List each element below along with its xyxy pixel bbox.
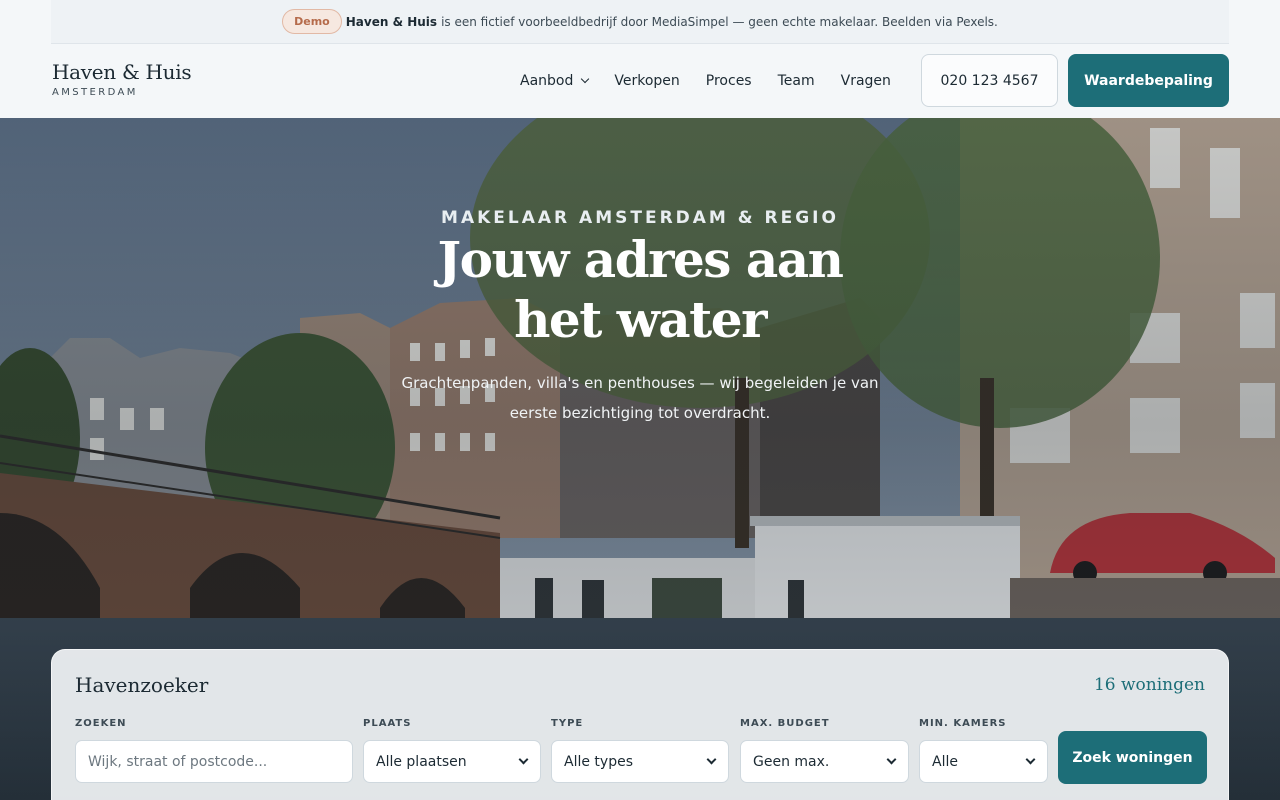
rooms-select[interactable]: Alle <box>919 740 1048 783</box>
nav-item-verkopen[interactable]: Verkopen <box>614 73 679 89</box>
havenzoeker-search-card: Havenzoeker 16 woningen ZOEKEN Wijk, str… <box>51 649 1229 800</box>
demo-company-name: Haven & Huis <box>345 14 438 29</box>
hero-title: Jouw adres aan het water <box>437 230 844 349</box>
nav-item-label: Aanbod <box>520 73 574 89</box>
demo-notice-text: is een fictief voorbeeldbedrijf door Med… <box>441 14 998 29</box>
place-label: PLAATS <box>363 718 412 729</box>
budget-label: MAX. BUDGET <box>740 718 830 729</box>
nav-item-label: Verkopen <box>614 73 680 89</box>
query-label: ZOEKEN <box>75 718 127 729</box>
budget-select[interactable]: Geen max. <box>740 740 909 783</box>
chevron-down-icon <box>518 754 529 765</box>
nav-item-vragen[interactable]: Vragen <box>841 73 891 89</box>
brand-name: Haven & Huis <box>52 60 192 84</box>
type-select-value: Alle types <box>564 753 633 770</box>
waardebepaling-button[interactable]: Waardebepaling <box>1068 54 1229 107</box>
search-input[interactable]: Wijk, straat of postcode... <box>75 740 353 783</box>
site-header: Haven & Huis AMSTERDAM Aanbod Verkopen P… <box>0 44 1280 118</box>
hero-eyebrow: MAKELAAR AMSTERDAM & REGIO <box>441 208 839 228</box>
brand-subtitle: AMSTERDAM <box>52 87 138 98</box>
rooms-select-value: Alle <box>932 753 958 770</box>
place-select[interactable]: Alle plaatsen <box>363 740 541 783</box>
rooms-label: MIN. KAMERS <box>919 718 1007 729</box>
nav-item-label: Proces <box>705 73 752 89</box>
place-select-value: Alle plaatsen <box>376 753 467 770</box>
nav-item-team[interactable]: Team <box>778 73 815 89</box>
search-title: Havenzoeker <box>75 673 209 697</box>
nav-item-proces[interactable]: Proces <box>706 73 752 89</box>
chevron-down-icon <box>581 74 590 84</box>
budget-select-value: Geen max. <box>753 753 830 770</box>
nav-item-label: Team <box>777 73 815 89</box>
chevron-down-icon <box>1025 754 1036 765</box>
nav-item-label: Vragen <box>840 73 891 89</box>
chevron-down-icon <box>886 754 897 765</box>
demo-badge: Demo <box>282 9 342 34</box>
zoek-woningen-button[interactable]: Zoek woningen <box>1058 731 1207 784</box>
results-count: 16 woningen <box>1093 675 1205 695</box>
chevron-down-icon <box>706 754 717 765</box>
brand-logo[interactable]: Haven & Huis AMSTERDAM <box>52 60 192 98</box>
hero-subtitle: Grachtenpanden, villa's en penthouses — … <box>401 374 879 422</box>
type-label: TYPE <box>551 718 584 729</box>
phone-button[interactable]: 020 123 4567 <box>921 54 1058 107</box>
nav-item-aanbod[interactable]: Aanbod <box>520 73 590 89</box>
type-select[interactable]: Alle types <box>551 740 729 783</box>
main-nav: Aanbod Verkopen Proces Team Vragen <box>520 44 917 118</box>
demo-notice-bar: Demo Haven & Huis is een fictief voorbee… <box>51 0 1229 44</box>
